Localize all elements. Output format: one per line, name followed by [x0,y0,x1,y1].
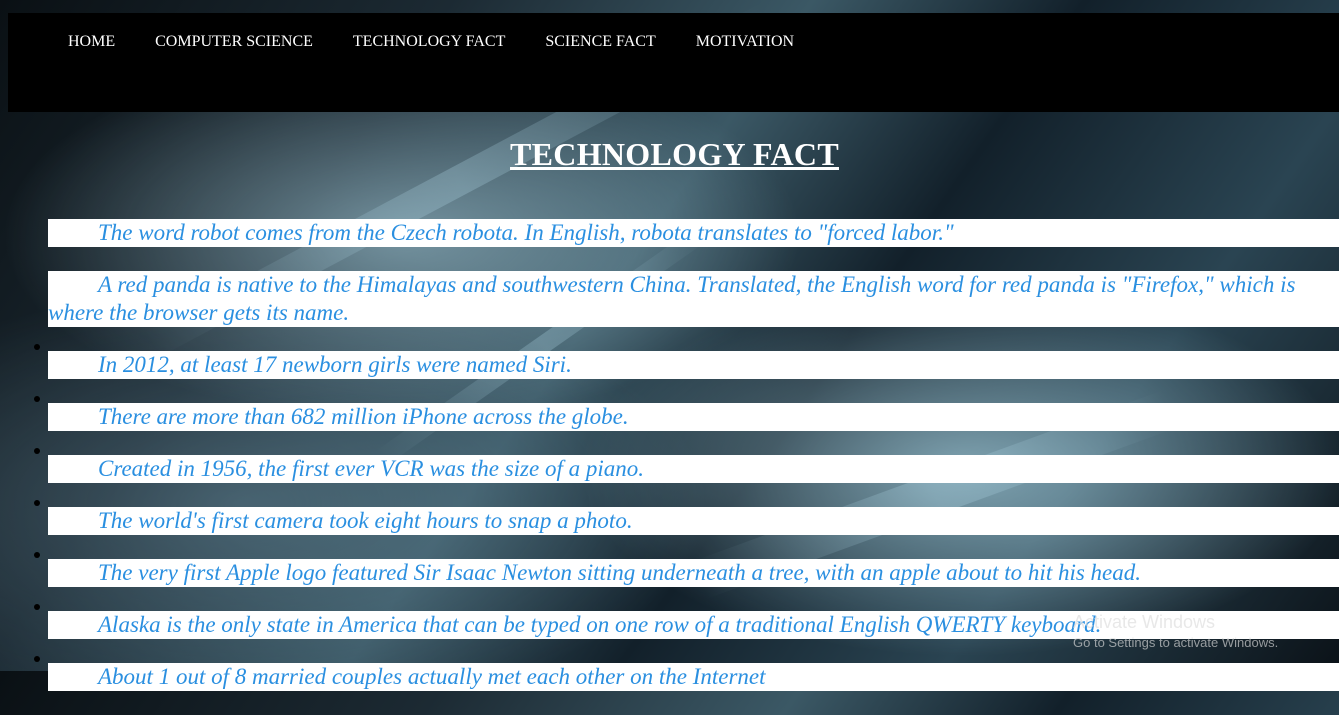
fact-item: The very first Apple logo featured Sir I… [48,559,1339,587]
fact-item: In 2012, at least 17 newborn girls were … [48,351,1339,379]
list-bullet [34,500,40,506]
nav-menu: HOME COMPUTER SCIENCE TECHNOLOGY FACT SC… [68,33,834,51]
list-bullet [34,344,40,350]
list-bullet [34,448,40,454]
fact-item: A red panda is native to the Himalayas a… [48,271,1339,327]
page-title: TECHNOLOGY FACT [510,136,839,172]
nav-item: MOTIVATION [696,33,794,51]
top-navigation: HOME COMPUTER SCIENCE TECHNOLOGY FACT SC… [8,13,1339,112]
nav-link-motivation[interactable]: MOTIVATION [696,33,794,50]
list-bullet [34,656,40,662]
list-bullet [34,396,40,402]
nav-item: SCIENCE FACT [545,33,655,51]
list-bullet [34,604,40,610]
nav-item: HOME [68,33,115,51]
nav-link-science-fact[interactable]: SCIENCE FACT [545,33,655,50]
nav-item: COMPUTER SCIENCE [155,33,313,51]
watermark-subtitle: Go to Settings to activate Windows. [1073,635,1279,650]
fact-item: There are more than 682 million iPhone a… [48,403,1339,431]
watermark-title: Activate Windows [1073,612,1216,632]
fact-item: About 1 out of 8 married couples actuall… [48,663,1339,691]
list-bullet [34,552,40,558]
nav-item: TECHNOLOGY FACT [353,33,505,51]
nav-link-home[interactable]: HOME [68,33,115,50]
windows-activation-watermark: Activate Windows Go to Settings to activ… [1073,612,1278,650]
nav-link-computer-science[interactable]: COMPUTER SCIENCE [155,33,313,50]
nav-link-technology-fact[interactable]: TECHNOLOGY FACT [353,33,505,50]
fact-item: Created in 1956, the first ever VCR was … [48,455,1339,483]
fact-item: The word robot comes from the Czech robo… [48,219,1339,247]
fact-item: The world's first camera took eight hour… [48,507,1339,535]
